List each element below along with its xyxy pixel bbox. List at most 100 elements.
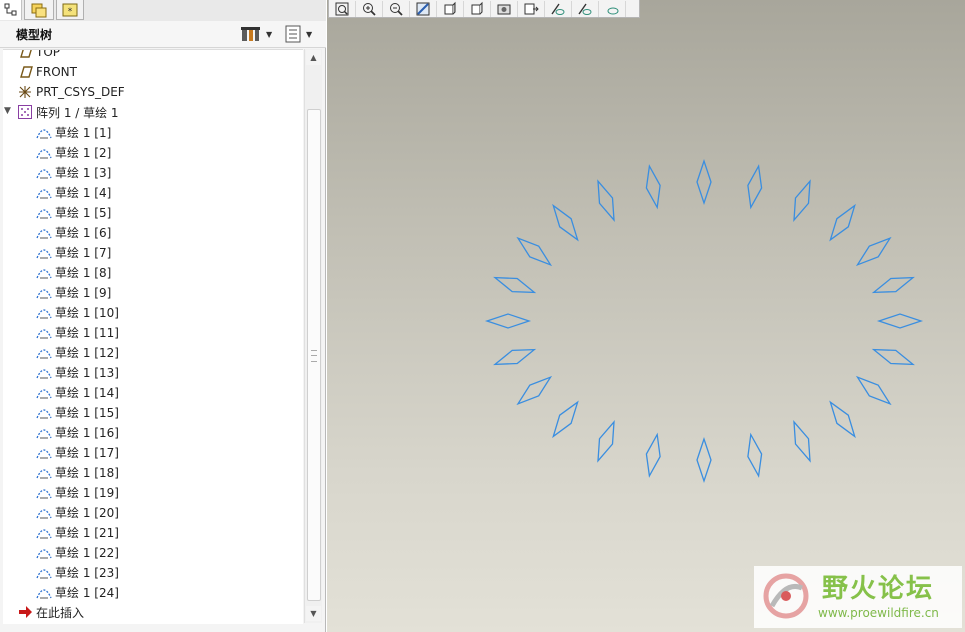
tree-item-label: 草绘 1 [16]: [55, 425, 119, 440]
view-manager-button[interactable]: [491, 0, 518, 17]
sketch-rhombus[interactable]: [829, 400, 856, 439]
datum-display-button[interactable]: [518, 0, 545, 17]
tree-show-button[interactable]: ▼: [284, 24, 322, 44]
sketch-icon: [36, 584, 52, 600]
view-manager-icon: [497, 4, 511, 14]
sketch-rhombus[interactable]: [871, 276, 915, 294]
tree-item[interactable]: ▼ 阵列 1 / 草绘 1: [4, 102, 119, 122]
sketch-rhombus[interactable]: [855, 236, 892, 267]
tree-item[interactable]: 在此插入: [17, 602, 84, 622]
zoom-out-button[interactable]: [383, 0, 410, 17]
tree-item-sketch[interactable]: 草绘 1 [9]: [36, 282, 111, 302]
tree-item-sketch[interactable]: 草绘 1 [13]: [36, 362, 119, 382]
sketch-rhombus[interactable]: [876, 313, 924, 329]
sketch-rhombus[interactable]: [597, 420, 615, 463]
sketch-icon: [36, 244, 52, 260]
tree-item-sketch[interactable]: 草绘 1 [18]: [36, 462, 119, 482]
sketch-rhombus[interactable]: [696, 436, 712, 484]
tree-settings-button[interactable]: ▼: [240, 24, 278, 44]
scrollbar-thumb[interactable]: [307, 109, 321, 601]
tree-item-sketch[interactable]: 草绘 1 [21]: [36, 522, 119, 542]
tree-item[interactable]: PRT_CSYS_DEF: [17, 82, 125, 102]
scroll-up-button[interactable]: ▲: [306, 50, 321, 65]
model-tree[interactable]: TOP FRONT PRT_CSYS_DEF ▼ 阵列 1 / 草绘 1 草绘 1 [1]…: [3, 49, 303, 624]
tab-favorites[interactable]: *: [56, 0, 84, 20]
saved-views-icon: [471, 1, 483, 14]
tree-item-sketch[interactable]: 草绘 1 [17]: [36, 442, 119, 462]
sketch-rhombus[interactable]: [793, 179, 811, 222]
tree-item-sketch[interactable]: 草绘 1 [19]: [36, 482, 119, 502]
sketch-icon: [36, 224, 52, 240]
tab-model-tree[interactable]: [0, 0, 22, 20]
tree-item-sketch[interactable]: 草绘 1 [12]: [36, 342, 119, 362]
datum-plane-icon: [17, 50, 33, 60]
sketch-rhombus[interactable]: [552, 400, 579, 439]
tree-item-sketch[interactable]: 草绘 1 [8]: [36, 262, 111, 282]
tree-item-label: 草绘 1 [24]: [55, 585, 119, 600]
repaint-button[interactable]: [410, 0, 437, 17]
sketch-rhombus[interactable]: [829, 203, 856, 242]
sketch-rhombus[interactable]: [484, 313, 532, 329]
sketch-icon: [36, 504, 52, 520]
tree-item-label: 草绘 1 [8]: [55, 265, 112, 280]
sketch-rhombus[interactable]: [793, 420, 811, 463]
tree-item-label: 草绘 1 [2]: [55, 145, 112, 160]
tree-item-sketch[interactable]: 草绘 1 [7]: [36, 242, 111, 262]
tree-item-sketch[interactable]: 草绘 1 [4]: [36, 182, 111, 202]
tree-item-sketch[interactable]: 草绘 1 [22]: [36, 542, 119, 562]
tree-item[interactable]: FRONT: [17, 62, 77, 82]
graphics-window[interactable]: 野火论坛 www.proewildfire.cn: [327, 0, 965, 632]
sketch-rhombus[interactable]: [645, 164, 661, 210]
tree-item-sketch[interactable]: 草绘 1 [15]: [36, 402, 119, 422]
sketch-icon: [36, 124, 52, 140]
sketch-icon: [36, 564, 52, 580]
sketch-rhombus[interactable]: [493, 348, 537, 366]
tree-item-sketch[interactable]: 草绘 1 [24]: [36, 582, 119, 602]
tree-item[interactable]: TOP: [17, 50, 60, 62]
tree-item-label: 草绘 1 [21]: [55, 525, 119, 540]
sketch-rhombus[interactable]: [747, 164, 763, 210]
display-style-button[interactable]: [437, 0, 464, 17]
zoom-in-icon: [363, 2, 376, 16]
tab-folder-browser[interactable]: [24, 0, 54, 20]
tree-item-sketch[interactable]: 草绘 1 [5]: [36, 202, 111, 222]
tree-item-sketch[interactable]: 草绘 1 [20]: [36, 502, 119, 522]
annotation-display-button[interactable]: [545, 0, 572, 17]
sketch-rhombus[interactable]: [516, 375, 553, 406]
tree-item-sketch[interactable]: 草绘 1 [3]: [36, 162, 111, 182]
tree-item-sketch[interactable]: 草绘 1 [2]: [36, 142, 111, 162]
chevron-down-icon: ▼: [266, 29, 273, 39]
model-tree-header: 模型树 ▼ ▼: [0, 21, 326, 48]
tree-item-label: 阵列 1 / 草绘 1: [36, 105, 119, 120]
tree-item-sketch[interactable]: 草绘 1 [16]: [36, 422, 119, 442]
sketch-rhombus[interactable]: [645, 432, 661, 478]
view-toolbar: [328, 0, 640, 18]
sketch-rhombus[interactable]: [597, 179, 615, 222]
expand-triangle-icon[interactable]: ▼: [4, 106, 11, 116]
sketch-rhombus[interactable]: [493, 276, 537, 294]
point-display-button[interactable]: [572, 0, 599, 17]
sketch-rhombus[interactable]: [552, 203, 579, 242]
sketch-rhombus[interactable]: [696, 158, 712, 206]
tree-item-sketch[interactable]: 草绘 1 [23]: [36, 562, 119, 582]
tree-item-sketch[interactable]: 草绘 1 [1]: [36, 122, 111, 142]
tree-item-sketch[interactable]: 草绘 1 [14]: [36, 382, 119, 402]
model-tree-panel: * 模型树 ▼ ▼ TOP FRONT PRT_CSYS_DEF ▼ 阵列 1 / 草: [0, 0, 326, 632]
sketch-rhombus[interactable]: [855, 375, 892, 406]
refit-button[interactable]: [329, 0, 356, 17]
saved-views-button[interactable]: [464, 0, 491, 17]
scroll-down-button[interactable]: ▼: [306, 606, 321, 621]
sketch-rhombus[interactable]: [747, 432, 763, 478]
sketch-icon: [36, 164, 52, 180]
tree-item-sketch[interactable]: 草绘 1 [6]: [36, 222, 111, 242]
datum-plane-icon: [17, 64, 33, 80]
sketch-icon: [36, 444, 52, 460]
sketch-rhombus[interactable]: [516, 236, 553, 267]
tree-item-sketch[interactable]: 草绘 1 [10]: [36, 302, 119, 322]
tree-item-sketch[interactable]: 草绘 1 [11]: [36, 322, 119, 342]
tree-scrollbar[interactable]: ▲ ▼: [304, 49, 322, 623]
csys-display-button[interactable]: [599, 0, 626, 17]
datum-display-icon: [524, 3, 539, 14]
zoom-in-button[interactable]: [356, 0, 383, 17]
sketch-rhombus[interactable]: [871, 348, 915, 366]
